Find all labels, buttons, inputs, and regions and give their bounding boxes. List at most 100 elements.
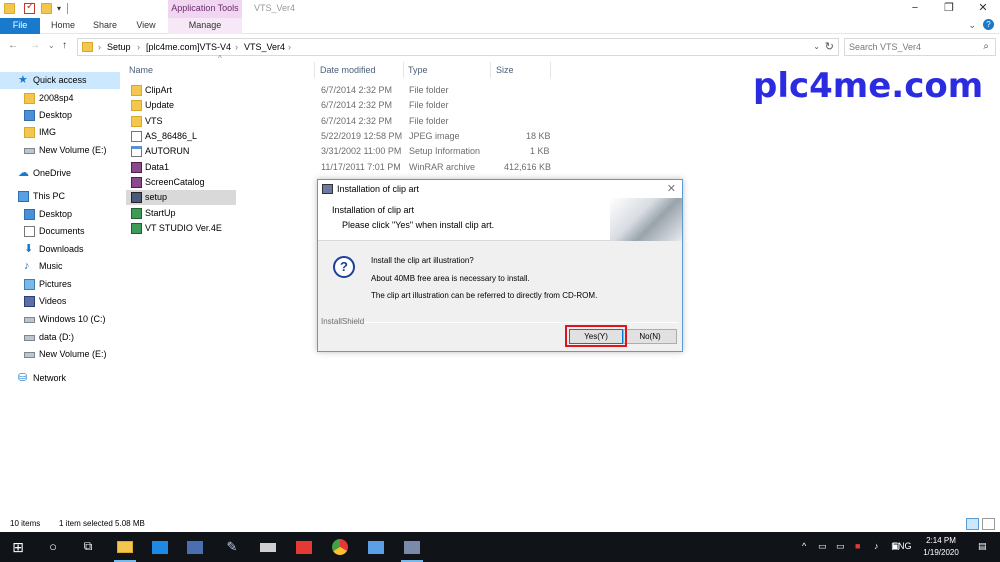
music-icon: ♪ [24,260,30,272]
drive-icon [24,335,35,341]
breadcrumb-setup[interactable]: Setup [107,42,131,52]
address-bar[interactable]: › Setup › [plc4me.com]VTS-V4 › VTS_Ver4 … [77,38,839,56]
restore-icon[interactable]: ❐ [932,0,966,18]
column-divider[interactable] [403,62,404,78]
show-hidden-icons-icon[interactable]: ^ [802,541,806,551]
nav-downloads[interactable]: ⬇ Downloads [0,241,120,258]
up-icon[interactable]: ↑ [62,40,67,51]
close-icon[interactable]: ✕ [966,0,1000,18]
address-dropdown-icon[interactable]: ⌄ [813,42,820,51]
nav-new-volume-e-pc[interactable]: New Volume (E:) [0,346,120,363]
breadcrumb-vts-v4[interactable]: [plc4me.com]VTS-V4 [146,42,231,52]
column-date-modified[interactable]: Date modified [320,60,376,80]
file-row-setup[interactable]: setup [126,190,236,205]
refresh-icon[interactable]: ↻ [825,40,834,53]
search-circle-icon[interactable]: ○ [45,539,61,555]
tray-app-icon[interactable]: ▭ [836,541,845,552]
file-row-autorun[interactable]: AUTORUN 3/31/2002 11:00 PM Setup Informa… [126,144,866,159]
tray-app-icon[interactable]: ▭ [818,541,827,552]
file-date: 6/7/2014 2:32 PM [321,100,393,110]
breadcrumb-vts-ver4[interactable]: VTS_Ver4 [244,42,285,52]
volume-icon[interactable]: ♪ [874,541,879,551]
file-size: 18 KB [526,131,551,141]
app-icon[interactable] [260,543,276,552]
windows-start-icon[interactable]: ⊞ [10,539,26,555]
clock[interactable]: 2:14 PM 1/19/2020 [919,535,963,559]
documents-icon [24,226,35,237]
tab-view[interactable]: View [128,18,164,34]
nav-new-volume-e[interactable]: New Volume (E:) [0,142,120,159]
column-name[interactable]: Name [129,60,153,80]
back-icon[interactable]: ← [8,40,18,51]
taskbar: ⊞ ○ ⧉ ✎ ^ ▭ ▭ ■ ♪ ▣ ENG 2:14 PM 1/19/202… [0,532,1000,562]
expand-ribbon-icon[interactable]: ⌄ [968,20,976,31]
nav-this-pc[interactable]: This PC [0,188,120,205]
quick-access-dropdown-icon[interactable]: ▾ [57,4,61,13]
search-icon[interactable]: ⌕ [983,41,989,52]
nav-label: Network [33,373,67,383]
column-divider[interactable] [490,62,491,78]
nav-quick-access[interactable]: ★ Quick access [0,72,120,89]
column-size[interactable]: Size [496,60,514,80]
nav-img[interactable]: IMG [0,124,120,141]
tab-file[interactable]: File [0,18,40,34]
nav-desktop-pc[interactable]: Desktop [0,206,120,223]
column-divider[interactable] [314,62,315,78]
network-icon: ⛁ [18,372,28,384]
column-type[interactable]: Type [408,60,428,80]
clock-date: 1/19/2020 [923,548,959,557]
tab-home[interactable]: Home [44,18,82,34]
tray-app-icon[interactable]: ■ [855,541,860,551]
dialog-header: Installation of clip art Please click "Y… [318,198,682,241]
file-explorer-icon[interactable] [117,541,133,553]
nav-label: Downloads [39,244,84,254]
nav-data-d[interactable]: data (D:) [0,329,120,346]
app-icon[interactable] [368,541,384,554]
tab-share[interactable]: Share [86,18,124,34]
installer-icon[interactable] [404,541,420,554]
nav-windows-c[interactable]: Windows 10 (C:) [0,311,120,328]
nav-desktop[interactable]: Desktop [0,107,120,124]
nav-onedrive[interactable]: ☁ OneDrive [0,165,120,182]
file-row-as-86486-l[interactable]: AS_86486_L 5/22/2019 12:58 PM JPEG image… [126,129,866,144]
chrome-icon[interactable] [332,539,348,555]
file-name: ClipArt [145,85,173,95]
large-icons-view-icon[interactable] [982,518,995,530]
nav-label: Windows 10 (C:) [39,314,106,324]
details-view-icon[interactable] [966,518,979,530]
nav-2008sp4[interactable]: 2008sp4 [0,90,120,107]
search-input[interactable]: Search VTS_Ver4 ⌕ [844,38,996,56]
nav-documents[interactable]: Documents [0,223,120,240]
file-type: Setup Information [409,146,481,156]
app-icon[interactable]: ✎ [224,539,240,555]
no-button[interactable]: No(N) [623,329,677,344]
help-icon[interactable]: ? [983,19,994,30]
tab-manage[interactable]: Manage [168,18,242,34]
forward-icon[interactable]: → [30,40,40,51]
app-icon[interactable] [296,541,312,554]
notifications-icon[interactable]: ▤ [978,541,987,552]
file-row-data1[interactable]: Data1 11/17/2011 7:01 PM WinRAR archive … [126,160,866,175]
properties-icon[interactable] [24,1,35,14]
input-language[interactable]: ENG [892,541,912,551]
folder-icon [131,116,142,127]
file-date: 6/7/2014 2:32 PM [321,85,393,95]
recent-dropdown-icon[interactable]: ⌄ [48,41,55,50]
column-divider[interactable] [550,62,551,78]
installshield-label: InstallShield [321,317,365,326]
new-folder-icon[interactable] [41,3,52,14]
nav-music[interactable]: ♪ Music [0,258,120,275]
nav-videos[interactable]: Videos [0,293,120,310]
minimize-icon[interactable]: − [898,0,932,18]
nav-network[interactable]: ⛁ Network [0,370,120,387]
breadcrumb-separator: › [288,42,291,52]
app-icon[interactable] [187,541,203,554]
file-row-vts[interactable]: VTS 6/7/2014 2:32 PM File folder [126,114,866,129]
close-icon[interactable]: ✕ [667,182,676,195]
store-icon[interactable] [152,541,168,554]
pc-icon [18,191,29,202]
task-view-icon[interactable]: ⧉ [80,539,96,555]
desktop-icon [24,110,35,121]
highlight-box [565,325,627,347]
nav-pictures[interactable]: Pictures [0,276,120,293]
